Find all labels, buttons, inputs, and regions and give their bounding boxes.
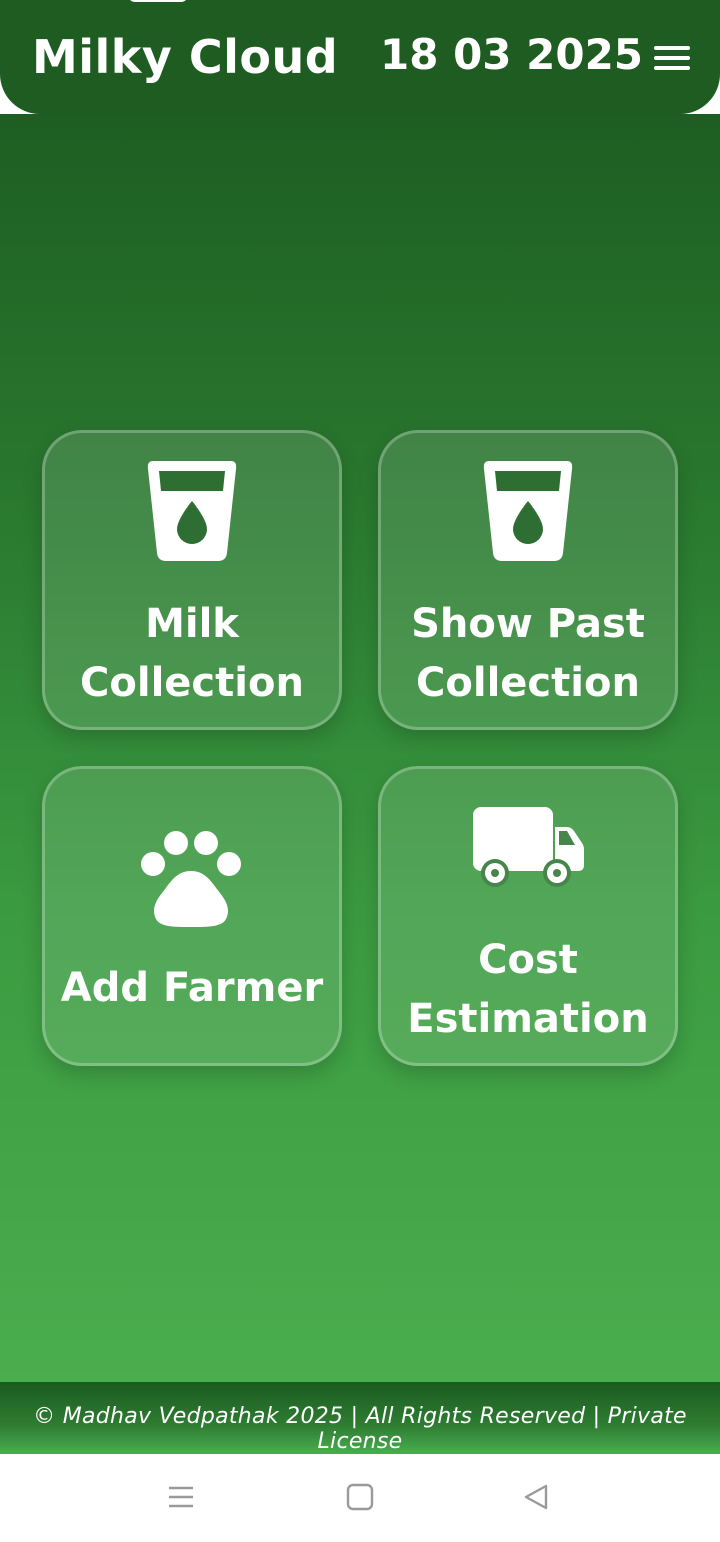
cost-estimation-button[interactable]: Cost Estimation	[378, 766, 678, 1066]
milk-cup-icon	[147, 461, 237, 561]
card-label-line1: Milk	[145, 601, 239, 647]
milk-collection-button[interactable]: Milk Collection	[42, 430, 342, 730]
show-past-collection-button[interactable]: Show Past Collection	[378, 430, 678, 730]
camera-notch	[128, 0, 188, 2]
app-screen: Milky Cloud 18 03 2025 Milk Collection S…	[0, 0, 720, 1542]
app-header: Milky Cloud 18 03 2025	[0, 0, 720, 114]
card-label-line2: Collection	[416, 660, 640, 706]
card-label-line1: Show Past	[411, 601, 645, 647]
copyright-text: © Madhav Vedpathak 2025 | All Rights Res…	[33, 1404, 687, 1454]
card-label-line1: Cost	[478, 937, 578, 983]
back-icon[interactable]	[521, 1482, 551, 1512]
card-label: Add Farmer	[60, 965, 324, 1011]
system-navigation-bar	[0, 1454, 720, 1542]
footer: © Madhav Vedpathak 2025 | All Rights Res…	[0, 1382, 720, 1454]
truck-icon	[473, 807, 584, 887]
card-label-line2: Collection	[80, 660, 304, 706]
add-farmer-button[interactable]: Add Farmer	[42, 766, 342, 1066]
recent-apps-icon[interactable]	[166, 1482, 196, 1512]
app-title: Milky Cloud	[32, 30, 339, 84]
home-icon[interactable]	[345, 1482, 375, 1512]
milk-cup-icon	[483, 461, 573, 561]
current-date: 18 03 2025	[380, 30, 644, 79]
hamburger-menu-icon[interactable]	[650, 42, 694, 74]
paw-icon	[141, 831, 241, 927]
card-label-line2: Estimation	[407, 996, 649, 1042]
